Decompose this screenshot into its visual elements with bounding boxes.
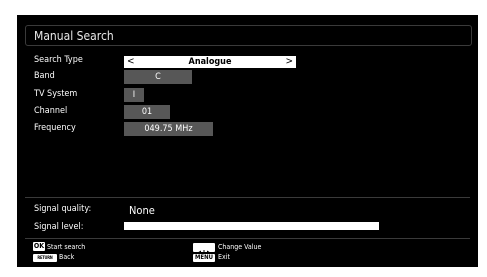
- frequency-label: Frequency: [34, 123, 76, 133]
- band-field[interactable]: C: [124, 70, 192, 84]
- signal-level-label: Signal level:: [34, 222, 84, 232]
- title-bar: Manual Search: [25, 25, 472, 46]
- search-type-selector[interactable]: < Analogue >: [124, 56, 296, 68]
- channel-label: Channel: [34, 106, 68, 116]
- signal-level-fill: [124, 222, 379, 230]
- signal-quality-label: Signal quality:: [34, 204, 92, 214]
- tv-system-label: TV System: [34, 89, 78, 99]
- left-right-arrows-icon[interactable]: [193, 243, 215, 257]
- return-key[interactable]: RETURN: [33, 254, 57, 262]
- signal-quality-value: None: [129, 204, 155, 217]
- menu-key[interactable]: MENU: [193, 254, 215, 262]
- search-type-label: Search Type: [34, 55, 83, 65]
- exit-legend-text: Exit: [218, 253, 230, 261]
- footer-divider: [25, 238, 470, 239]
- manual-search-screen: Manual Search Search Type < Analogue > B…: [17, 15, 478, 267]
- ok-legend-text: Start search: [47, 243, 86, 251]
- page-title: Manual Search: [34, 29, 114, 43]
- change-value-legend-text: Change Value: [218, 243, 262, 251]
- band-label: Band: [34, 71, 55, 81]
- channel-field[interactable]: 01: [124, 105, 170, 119]
- ok-key[interactable]: OK: [33, 242, 45, 251]
- return-legend-text: Back: [59, 253, 75, 261]
- frequency-field[interactable]: 049.75 MHz: [124, 122, 213, 136]
- divider: [25, 197, 470, 198]
- signal-level-bar: [124, 222, 379, 230]
- chevron-right-icon[interactable]: >: [285, 56, 293, 68]
- search-type-value: Analogue: [188, 57, 232, 67]
- tv-system-field[interactable]: I: [124, 88, 144, 102]
